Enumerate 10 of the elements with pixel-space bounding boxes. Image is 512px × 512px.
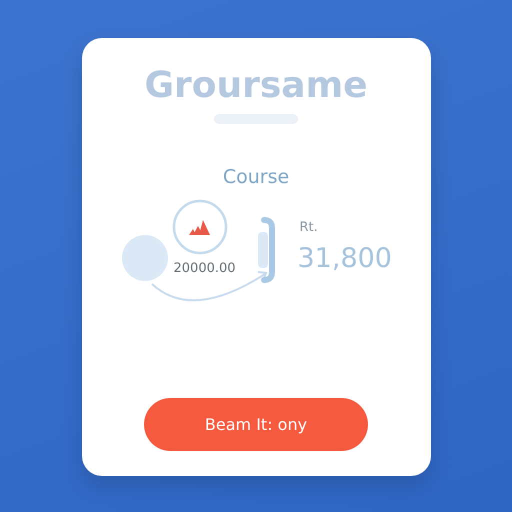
bracket-drawing [258, 217, 274, 283]
bars-icon [188, 220, 210, 235]
action-button[interactable]: Beam It: ony [144, 398, 368, 451]
total-value: 31,800 [298, 243, 392, 274]
node-circle [122, 235, 168, 281]
amount-label: 20000.00 [174, 261, 236, 276]
ring-circle [172, 200, 227, 254]
section-heading: Course [222, 166, 290, 188]
currency-label: Rt. [300, 220, 318, 235]
app-title: Groursame [144, 64, 368, 108]
